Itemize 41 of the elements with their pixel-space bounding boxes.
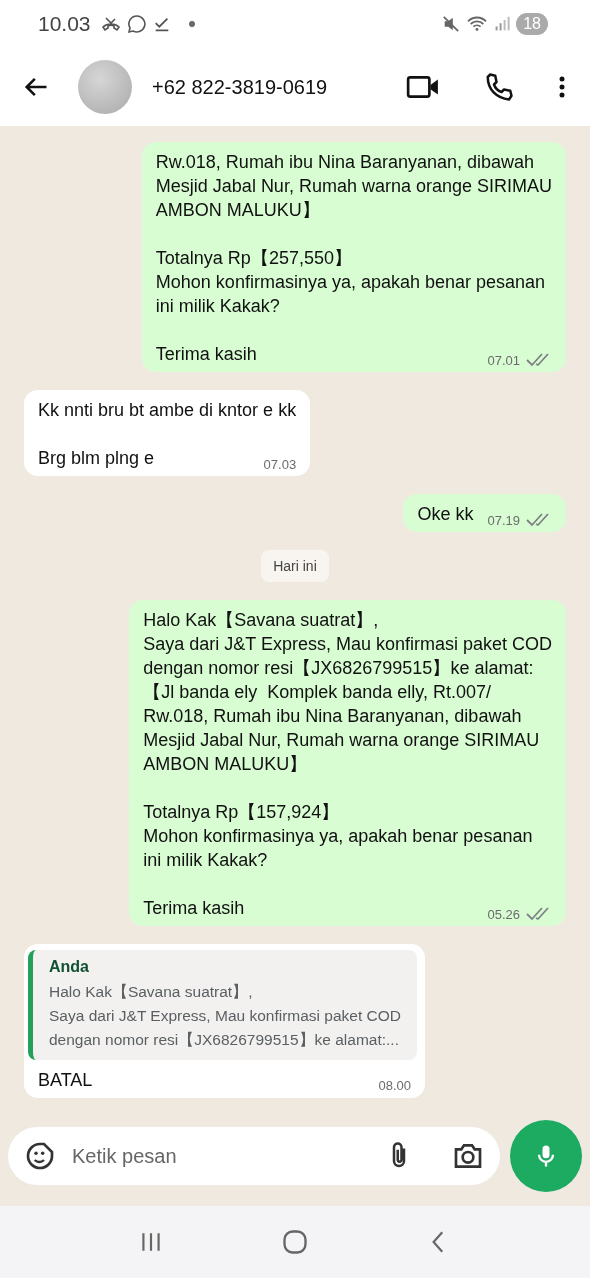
notification-dot bbox=[188, 21, 195, 27]
message-bubble[interactable] bbox=[129, 600, 566, 926]
message-bubble[interactable]: Anda Halo Kak【Savana suatrat】, Saya dari J&T Express, Mau konfirmasi paket COD dengan nomor resi【JX6826799515】ke alamat:... BATAL 08.00 bbox=[24, 944, 426, 1098]
message-time: 07.19 bbox=[487, 512, 520, 528]
message-bubble[interactable] bbox=[141, 142, 566, 372]
contact-name[interactable]: +62 822-3819-0619 bbox=[152, 75, 328, 99]
message-text: BATAL bbox=[38, 1069, 93, 1092]
home-icon[interactable] bbox=[281, 1228, 309, 1256]
message-time: 07.03 bbox=[263, 457, 297, 472]
phone-icon[interactable] bbox=[484, 72, 514, 102]
check-icon bbox=[152, 15, 171, 33]
message-time: 05.26 bbox=[487, 906, 520, 922]
message-time: 08.00 bbox=[378, 1078, 412, 1093]
quoted-message[interactable]: Anda Halo Kak【Savana suatrat】, Saya dari J&T Express, Mau konfirmasi paket COD dengan nomor resi【JX6826799515】ke alamat:... bbox=[28, 950, 418, 1060]
more-options-icon[interactable] bbox=[558, 74, 566, 100]
message-text: Totalnya Rp【257,550】 Mohon konfirmasinya ya, apakah benar pesanan ini milik Kakak? bbox=[155, 247, 547, 318]
message-bubble[interactable]: Kk nnti bru bt ambe di kntor e kk Brg blm plng e 07.03 bbox=[24, 390, 311, 476]
missed-call-icon bbox=[100, 14, 121, 34]
message-text: Brg blm plng e bbox=[38, 447, 155, 470]
message-text: Totalnya Rp【157,924】 Mohon konfirmasinya ya, apakah benar pesanan ini milik Kakak? bbox=[143, 801, 534, 872]
date-chip: Hari ini bbox=[261, 550, 329, 582]
message-field[interactable]: Ketik pesan bbox=[8, 1127, 500, 1185]
message-text: Oke kk bbox=[417, 503, 474, 526]
message-text: Halo Kak【Savana suatrat】, Saya dari J&T Express, Mau konfirmasi paket COD dengan nomor resi【JX6826799515】ke alamat: 【Jl banda ely Komplek banda elly, Rt.007/ Rw.018, Rumah ibu Nina Baranyanan, dibawah Mesjid Jabal Nur, Rumah warna orange SIRIMAU AMBON MALUKU】 bbox=[143, 609, 552, 776]
sticker-icon[interactable] bbox=[24, 1140, 56, 1172]
battery-level: 18 bbox=[516, 13, 548, 35]
message-text: Terima kasih bbox=[155, 343, 257, 366]
wifi-icon bbox=[466, 15, 489, 33]
signal-icon bbox=[494, 15, 511, 33]
video-call-icon[interactable] bbox=[406, 74, 440, 100]
message-input[interactable]: Ketik pesan bbox=[70, 1143, 370, 1169]
message-time: 07.01 bbox=[487, 352, 520, 368]
mute-icon bbox=[442, 15, 461, 33]
message-text: Kk nnti bru bt ambe di kntor e kk bbox=[38, 399, 297, 422]
chat-icon bbox=[126, 14, 147, 34]
message-text: Rw.018, Rumah ibu Nina Baranyanan, dibawah Mesjid Jabal Nur, Rumah warna orange SIRIMAU AMBON MALUKU】 bbox=[155, 151, 552, 222]
quote-text: Halo Kak【Savana suatrat】, Saya dari J&T Express, Mau konfirmasi paket COD dengan nomor resi【JX6826799515】ke alamat:... bbox=[49, 982, 402, 1050]
status-time: 10.03 bbox=[38, 12, 91, 36]
message-text: Terima kasih bbox=[143, 897, 245, 920]
quote-author: Anda bbox=[49, 958, 90, 976]
message-bubble[interactable]: Oke kk 07.19 bbox=[403, 494, 566, 532]
